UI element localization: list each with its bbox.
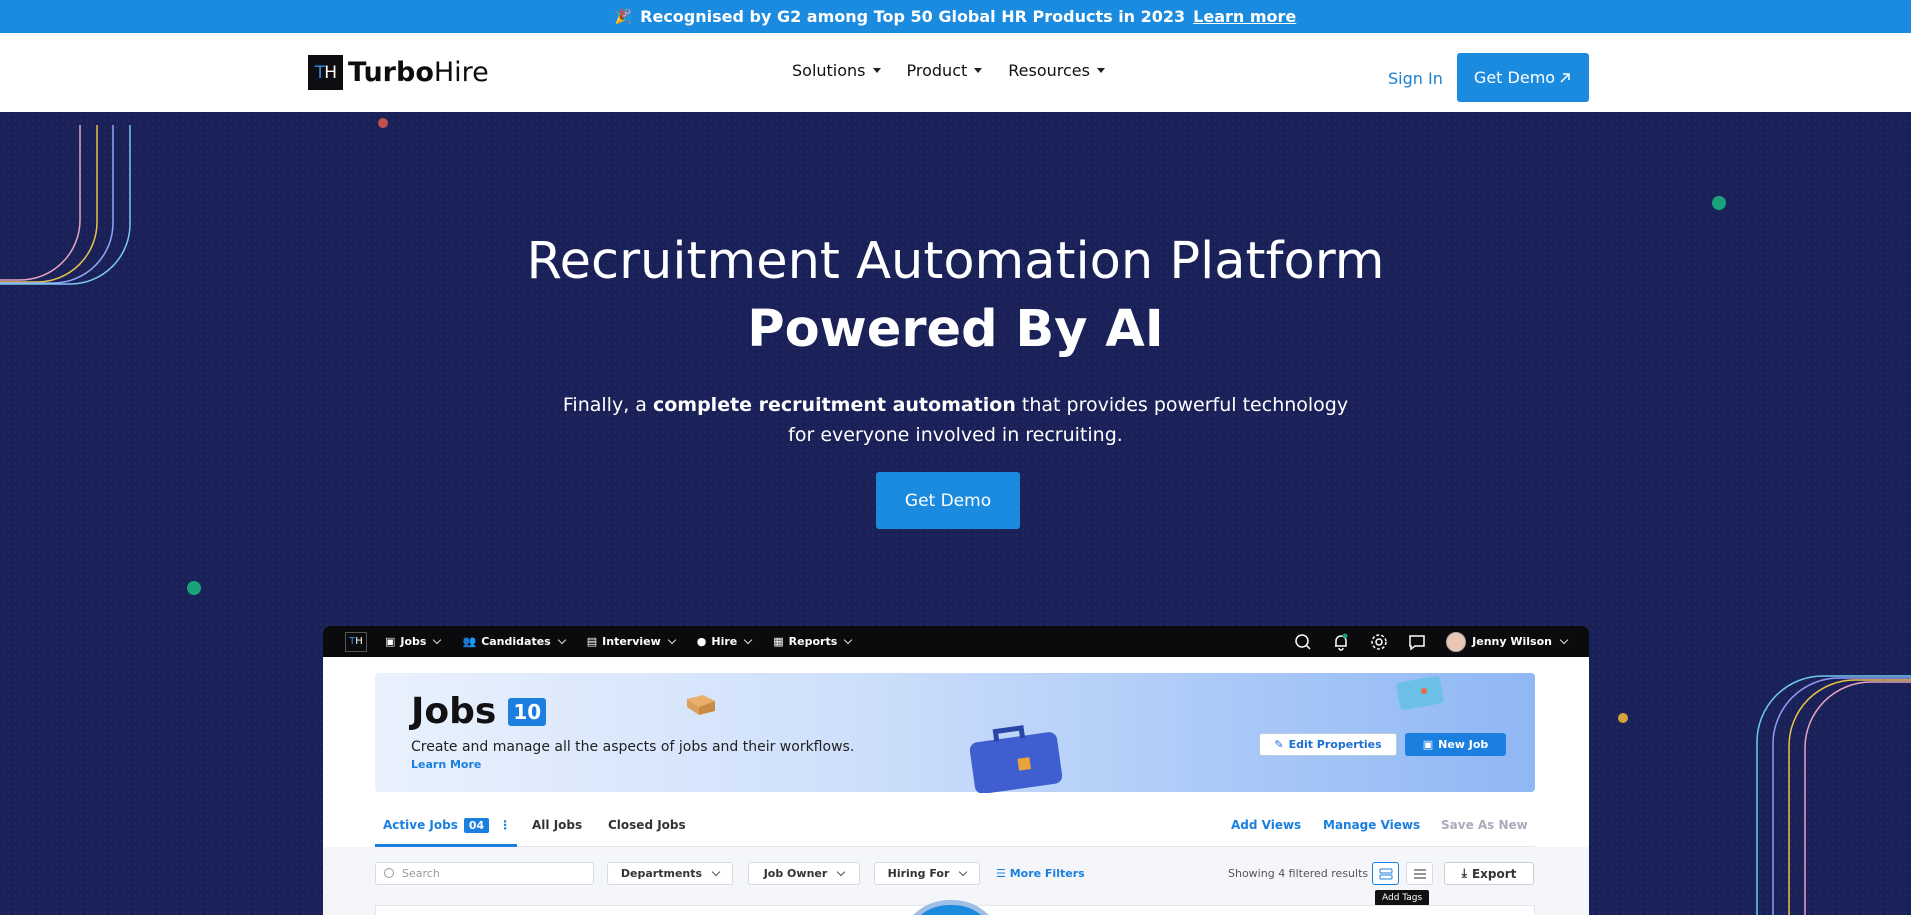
- more-vertical-icon[interactable]: ⋮: [499, 818, 511, 832]
- add-views-link[interactable]: Add Views: [1231, 818, 1301, 832]
- learn-more-link[interactable]: Learn more: [1193, 7, 1296, 26]
- tab-all-jobs[interactable]: All Jobs: [532, 818, 582, 832]
- user-menu[interactable]: Jenny Wilson: [1446, 631, 1569, 652]
- results-count-text: Showing 4 filtered results: [1228, 867, 1369, 880]
- app-topbar: TH ▣ Jobs 👥 Candidates ▤ Interview ● Hire ▦ R…: [323, 626, 1589, 657]
- turbohire-logo[interactable]: TH TurboHire: [308, 55, 489, 90]
- menu-solutions[interactable]: Solutions: [792, 61, 881, 80]
- get-demo-button[interactable]: Get Demo: [1457, 53, 1589, 102]
- caret-down-icon: [872, 68, 881, 73]
- jobs-description: Create and manage all the aspects of job…: [411, 739, 855, 755]
- briefcase-illustration-icon: [969, 725, 1063, 793]
- add-tags-tooltip: Add Tags: [1375, 890, 1430, 906]
- users-icon: 👥: [462, 635, 477, 648]
- chat-icon[interactable]: [1408, 633, 1426, 651]
- menu-product[interactable]: Product: [907, 61, 983, 80]
- app-logo: TH: [345, 631, 367, 652]
- folder-illustration-icon: [1396, 676, 1444, 710]
- menu-resources[interactable]: Resources: [1008, 61, 1105, 80]
- export-button[interactable]: ⤓ Export: [1444, 862, 1534, 885]
- pencil-icon: ✎: [1274, 738, 1284, 751]
- main-menu: Solutions Product Resources: [792, 61, 1105, 80]
- briefcase-icon: ▣: [385, 635, 396, 648]
- departments-dropdown[interactable]: Departments: [607, 862, 733, 885]
- app-screenshot-mockup: TH ▣ Jobs 👥 Candidates ▤ Interview ● Hire ▦ R…: [323, 626, 1589, 915]
- navbar: TH TurboHire Solutions Product Resources…: [0, 33, 1911, 112]
- logo-wordmark: TurboHire: [348, 57, 489, 88]
- hire-icon: ●: [696, 635, 707, 648]
- list-view-icon: [1413, 868, 1426, 879]
- calendar-icon: ▤: [586, 635, 598, 648]
- manage-views-link[interactable]: Manage Views: [1323, 818, 1420, 832]
- avatar: [1446, 631, 1467, 652]
- hero-title-line1: Recruitment Automation Platform: [526, 232, 1385, 291]
- box-illustration-icon: [687, 695, 715, 715]
- decorative-arcs-right: [1756, 675, 1911, 915]
- search-icon: [384, 868, 394, 878]
- card-view-toggle[interactable]: [1372, 862, 1399, 885]
- tab-active-jobs[interactable]: Active Jobs 04 ⋮: [383, 818, 511, 833]
- sliders-icon: ☰: [996, 867, 1010, 880]
- active-jobs-count-badge: 04: [463, 818, 490, 833]
- jobs-banner: Jobs 10 Create and manage all the aspects…: [375, 673, 1535, 793]
- app-menu-interview[interactable]: ▤ Interview: [586, 635, 677, 648]
- search-icon[interactable]: [1294, 633, 1312, 651]
- caret-down-icon: [974, 68, 983, 73]
- search-input[interactable]: Search: [375, 862, 594, 885]
- announcement-bar: 🎉 Recognised by G2 among Top 50 Global H…: [0, 0, 1911, 33]
- announcement-text: Recognised by G2 among Top 50 Global HR …: [640, 7, 1186, 26]
- reports-icon: ▦: [773, 635, 784, 648]
- list-view-toggle[interactable]: [1406, 862, 1433, 885]
- decorative-dot: [1618, 713, 1628, 723]
- save-as-new-link[interactable]: Save As New: [1441, 818, 1528, 832]
- new-job-button[interactable]: ▣ New Job: [1405, 733, 1506, 756]
- jobs-title: Jobs 10: [411, 691, 547, 732]
- sign-in-link[interactable]: Sign In: [1388, 69, 1443, 88]
- hero-title-line2: Powered By AI: [747, 300, 1164, 359]
- app-menu-candidates[interactable]: 👥 Candidates: [462, 635, 566, 648]
- caret-down-icon: [1096, 68, 1105, 73]
- download-icon: ⤓: [1461, 866, 1467, 880]
- jobs-view-tabs: Active Jobs 04 ⋮ All Jobs Closed Jobs Add …: [375, 811, 1535, 847]
- app-menu-reports[interactable]: ▦ Reports: [773, 635, 853, 648]
- tab-closed-jobs[interactable]: Closed Jobs: [608, 818, 686, 832]
- decorative-dot: [187, 581, 201, 595]
- decorative-dot: [378, 118, 388, 128]
- hiring-for-dropdown[interactable]: Hiring For: [874, 862, 980, 885]
- hero-subtitle: Finally, a complete recruitment automati…: [562, 394, 1349, 446]
- edit-properties-button[interactable]: ✎ Edit Properties: [1259, 733, 1397, 756]
- gear-icon[interactable]: [1370, 633, 1388, 651]
- hero-get-demo-button[interactable]: Get Demo: [876, 472, 1020, 529]
- decorative-dot: [1712, 196, 1726, 210]
- app-menu-jobs[interactable]: ▣ Jobs: [385, 635, 442, 648]
- job-owner-dropdown[interactable]: Job Owner: [748, 862, 860, 885]
- filters-bar: Search Departments Job Owner Hiring For …: [323, 847, 1589, 915]
- card-view-icon: [1379, 868, 1392, 879]
- party-popper-icon: 🎉: [614, 8, 633, 25]
- jobs-count-badge: 10: [508, 697, 547, 726]
- briefcase-icon: ▣: [1422, 738, 1434, 751]
- more-filters-link[interactable]: ☰ More Filters: [996, 867, 1085, 880]
- arrow-up-right-icon: [1560, 72, 1570, 83]
- bell-icon[interactable]: [1332, 633, 1350, 651]
- app-menu-hire[interactable]: ● Hire: [696, 635, 753, 648]
- jobs-learn-more-link[interactable]: Learn More: [411, 758, 481, 771]
- logo-mark: TH: [308, 55, 343, 90]
